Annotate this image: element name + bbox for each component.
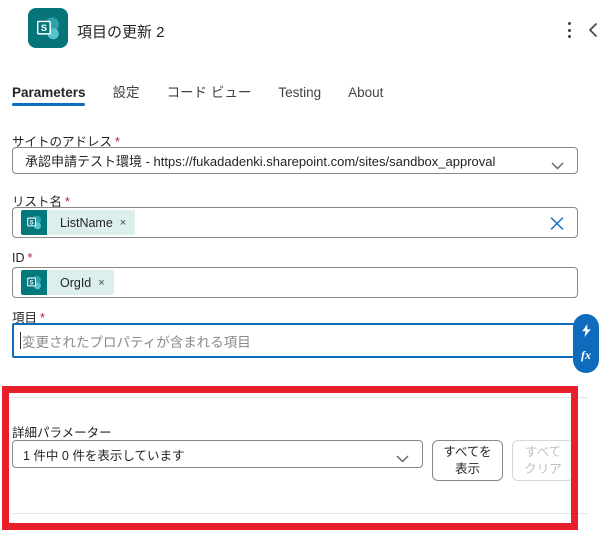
text-cursor xyxy=(20,332,21,349)
tab-testing[interactable]: Testing xyxy=(278,85,321,100)
site-address-value: 承認申請テスト環境 - https://fukadadenki.sharepoi… xyxy=(25,154,496,169)
advanced-dropdown-value: 1 件中 0 件を表示しています xyxy=(23,448,185,463)
sharepoint-icon: S xyxy=(28,8,68,48)
dynamic-token-orgid[interactable]: S OrgId × xyxy=(21,270,114,295)
show-all-button[interactable]: すべてを表示 xyxy=(432,440,503,481)
id-label: ID * xyxy=(12,251,33,265)
tab-parameters[interactable]: Parameters xyxy=(12,85,86,100)
tab-settings[interactable]: 設定 xyxy=(113,81,140,101)
advanced-parameters-label: 詳細パラメーター xyxy=(12,426,112,440)
tab-code-view[interactable]: コード ビュー xyxy=(167,81,252,101)
svg-text:S: S xyxy=(29,279,33,286)
svg-text:S: S xyxy=(40,23,46,33)
sharepoint-token-icon: S xyxy=(21,210,47,235)
action-title: 項目の更新 2 xyxy=(77,24,165,41)
collapse-panel-icon[interactable] xyxy=(588,22,601,38)
lightning-icon[interactable] xyxy=(581,324,592,338)
section-divider xyxy=(12,397,588,398)
svg-text:S: S xyxy=(29,219,33,226)
chevron-down-icon[interactable] xyxy=(396,450,409,463)
list-name-field[interactable]: S ListName × xyxy=(12,207,578,238)
id-field[interactable]: S OrgId × xyxy=(12,267,578,298)
tab-about[interactable]: About xyxy=(348,85,383,100)
remove-token-icon[interactable]: × xyxy=(120,217,126,229)
clear-all-button: すべてクリア xyxy=(512,440,574,481)
more-options-icon[interactable] xyxy=(558,18,580,42)
site-address-dropdown[interactable]: 承認申請テスト環境 - https://fukadadenki.sharepoi… xyxy=(12,147,578,174)
sharepoint-token-icon: S xyxy=(21,270,47,295)
selected-tab-indicator xyxy=(12,103,85,106)
required-mark: * xyxy=(27,251,33,265)
fx-icon[interactable]: fx xyxy=(581,348,591,363)
advanced-parameters-dropdown[interactable]: 1 件中 0 件を表示しています xyxy=(12,440,423,468)
chevron-down-icon[interactable] xyxy=(551,157,564,169)
tab-bar: Parameters 設定 コード ビュー Testing About xyxy=(12,81,383,101)
token-label: OrgId × xyxy=(47,270,114,295)
dynamic-token-listname[interactable]: S ListName × xyxy=(21,210,136,235)
section-divider xyxy=(12,513,588,514)
sharepoint-logo-glyph: S xyxy=(36,16,59,39)
clear-field-icon[interactable] xyxy=(550,216,564,230)
token-label: ListName × xyxy=(47,210,136,235)
dynamic-content-pill: fx xyxy=(573,314,599,373)
remove-token-icon[interactable]: × xyxy=(98,277,104,289)
action-card-update-item: S 項目の更新 2 Parameters 設定 コード ビュー Testing … xyxy=(0,0,601,545)
item-placeholder: 変更されたプロパティが含まれる項目 xyxy=(22,334,251,350)
item-input[interactable]: 変更されたプロパティが含まれる項目 xyxy=(12,323,578,358)
